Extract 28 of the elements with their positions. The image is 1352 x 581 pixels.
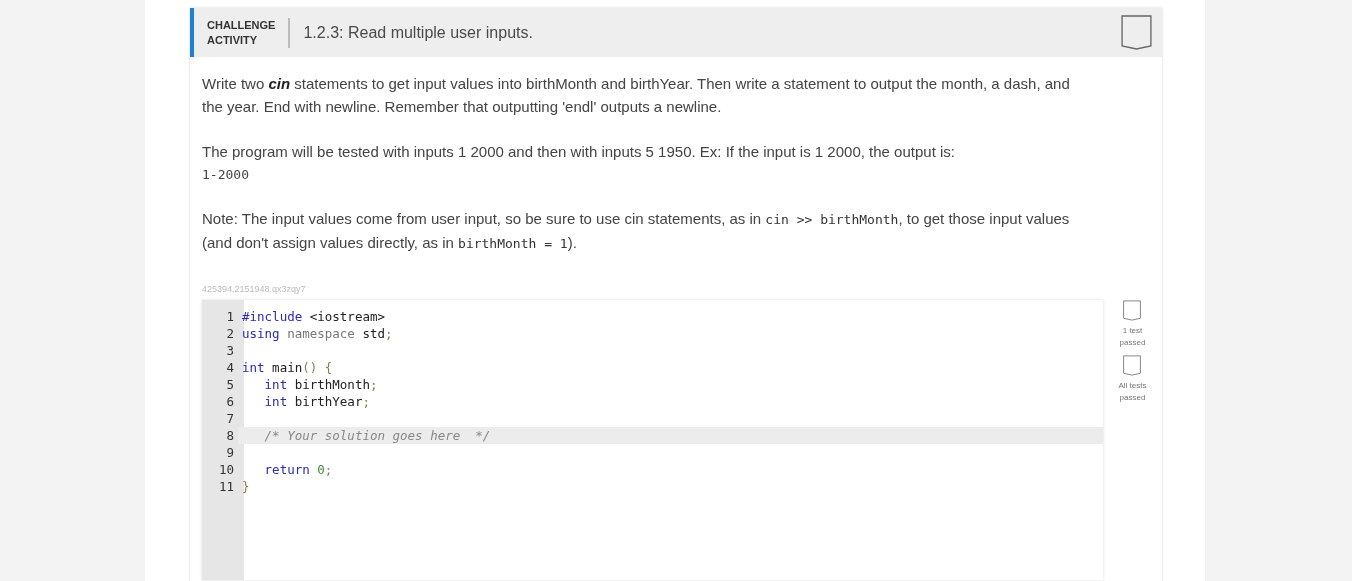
activity-id: 425394.2151948.qx3zqy7 — [201, 283, 307, 296]
test-status-label: 1 test passed — [1119, 324, 1146, 349]
activity-type-label: CHALLENGE ACTIVITY — [207, 17, 276, 48]
code-line: return 0; — [263, 460, 334, 478]
code-line: using namespace std; — [241, 324, 394, 342]
activity-title: 1.2.3: Read multiple user inputs. — [303, 22, 534, 43]
code-line: int birthMonth; — [263, 375, 379, 393]
code-line: #include <iostream> — [241, 307, 386, 325]
code-editor[interactable]: 1 #include <iostream> 2 using namespace std; 3 4 int main() { 5 int birthMonth; 6 int birthYear; 7 8 /* Your solution goes here */ 9 10 return 0; 11 } — [202, 299, 1103, 580]
line-number: 6 — [225, 392, 235, 410]
example-output: 1-2000 — [202, 166, 249, 184]
line-number: 11 — [217, 477, 235, 495]
line-number: 1 — [225, 307, 235, 325]
line-number: 8 — [225, 426, 235, 444]
instruction-text: The program will be tested with inputs 1 2000 and then with inputs 5 1950. Ex: If the input is 1 2000, the output is: — [202, 142, 956, 162]
code-line: int main() { — [241, 358, 334, 376]
line-number: 7 — [225, 409, 235, 427]
line-number: 5 — [225, 375, 235, 393]
test-status-label: All tests passed — [1118, 379, 1147, 404]
line-number: 4 — [225, 358, 235, 376]
line-number: 2 — [225, 324, 235, 342]
line-number: 3 — [225, 341, 235, 359]
code-line: int birthYear; — [263, 392, 371, 410]
code-line: } — [241, 477, 251, 495]
line-number: 10 — [217, 460, 235, 478]
line-number: 9 — [225, 443, 235, 461]
instruction-text: Note: The input values come from user input, so be sure to use cin statements, as in cin >> birthMonth, to get those input values (and don't assign values directly, as in birthMonth = 1). — [202, 209, 1071, 253]
instruction-text: Write two cin statements to get input values into birthMonth and birthYear. Then write a statement to output the month, a dash, and the year. End with newline. Remember that outputting 'endl' outputs a newline. — [202, 74, 1071, 117]
